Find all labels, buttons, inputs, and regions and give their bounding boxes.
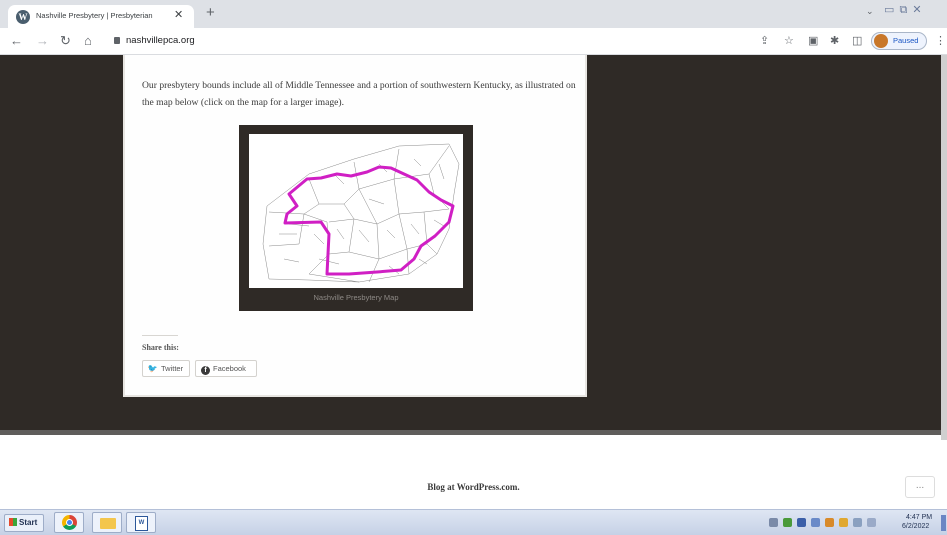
footer-credit-link[interactable]: Blog at WordPress.com. xyxy=(0,482,947,492)
back-icon[interactable]: ← xyxy=(10,33,23,48)
tab-title: Nashville Presbytery | Presbyterian xyxy=(36,11,153,20)
reload-icon[interactable]: ↻ xyxy=(60,33,71,49)
bookmark-star-icon[interactable]: ☆ xyxy=(784,34,794,47)
page-scrollbar[interactable] xyxy=(941,55,947,440)
security-icon[interactable] xyxy=(783,518,792,527)
share-page-icon[interactable]: ⇪ xyxy=(760,34,769,47)
share-heading: Share this: xyxy=(142,343,179,352)
network-icon[interactable] xyxy=(797,518,806,527)
nashville-presbytery-map[interactable] xyxy=(249,134,463,288)
volume-icon[interactable] xyxy=(867,518,876,527)
clock-date[interactable]: 6/2/2022 xyxy=(902,523,929,530)
extension-icon[interactable]: ▣ xyxy=(808,34,818,47)
map-figure[interactable]: Nashville Presbytery Map xyxy=(239,125,473,311)
intro-paragraph: Our presbytery bounds include all of Mid… xyxy=(142,80,576,108)
taskbar-chrome-app[interactable] xyxy=(54,512,84,533)
lock-icon xyxy=(114,37,120,44)
more-menu-icon[interactable]: ⋮ xyxy=(935,34,946,47)
close-tab-icon[interactable]: ✕ xyxy=(174,8,183,21)
forward-icon[interactable]: → xyxy=(36,33,49,48)
side-panel-icon[interactable]: ◫ xyxy=(852,34,862,47)
new-tab-icon[interactable]: + xyxy=(206,4,215,21)
tab-search-icon[interactable]: ⌄ xyxy=(866,6,874,17)
twitter-icon: 🐦 xyxy=(147,364,158,373)
page-viewport: Our presbytery bounds include all of Mid… xyxy=(0,55,947,509)
background-edge xyxy=(0,430,947,435)
avatar xyxy=(874,34,888,48)
word-icon: W xyxy=(135,516,148,531)
twitter-share-button[interactable]: 🐦 Twitter xyxy=(142,360,190,377)
facebook-icon: f xyxy=(201,366,210,375)
profile-button[interactable]: Paused xyxy=(871,32,927,50)
wordpress-icon: W xyxy=(16,10,30,24)
map-caption: Nashville Presbytery Map xyxy=(313,293,399,302)
content-card: Our presbytery bounds include all of Mid… xyxy=(123,55,587,397)
more-options-button[interactable]: ... xyxy=(905,476,935,498)
twitter-label: Twitter xyxy=(161,364,184,373)
usb-icon[interactable] xyxy=(769,518,778,527)
chrome-icon xyxy=(62,515,77,530)
puzzle-extensions-icon[interactable]: ✱ xyxy=(830,34,839,47)
clock-time[interactable]: 4:47 PM xyxy=(906,514,932,521)
start-button[interactable]: Start xyxy=(4,514,44,532)
county-outlines xyxy=(262,143,460,283)
taskbar-explorer-app[interactable] xyxy=(92,512,122,533)
share-divider xyxy=(142,335,178,336)
tab-strip: W Nashville Presbytery | Presbyterian ✕ … xyxy=(0,0,947,28)
facebook-label: Facebook xyxy=(213,364,246,373)
alert-icon[interactable] xyxy=(839,518,848,527)
folder-icon xyxy=(100,518,116,529)
signal-icon[interactable] xyxy=(853,518,862,527)
profile-status: Paused xyxy=(893,36,919,45)
update-icon[interactable] xyxy=(825,518,834,527)
display-icon[interactable] xyxy=(811,518,820,527)
browser-toolbar: ← → ↻ ⌂ nashvillepca.org ⇪ ☆ ▣ ✱ ◫ Pause… xyxy=(0,28,947,55)
window-controls[interactable]: ▭ ⧉ ✕ xyxy=(884,3,923,17)
facebook-share-button[interactable]: f Facebook xyxy=(195,360,257,377)
show-desktop-button[interactable] xyxy=(941,515,946,531)
taskbar: Start W 4:47 PM 6/2/2022 xyxy=(0,509,947,535)
home-icon[interactable]: ⌂ xyxy=(84,33,92,48)
system-tray: 4:47 PM 6/2/2022 xyxy=(763,513,939,533)
browser-tab[interactable]: W Nashville Presbytery | Presbyterian ✕ xyxy=(8,5,194,28)
taskbar-word-app[interactable]: W xyxy=(126,512,156,533)
windows-flag-icon xyxy=(9,518,17,526)
address-bar[interactable]: nashvillepca.org xyxy=(126,35,195,46)
start-label: Start xyxy=(19,518,38,527)
